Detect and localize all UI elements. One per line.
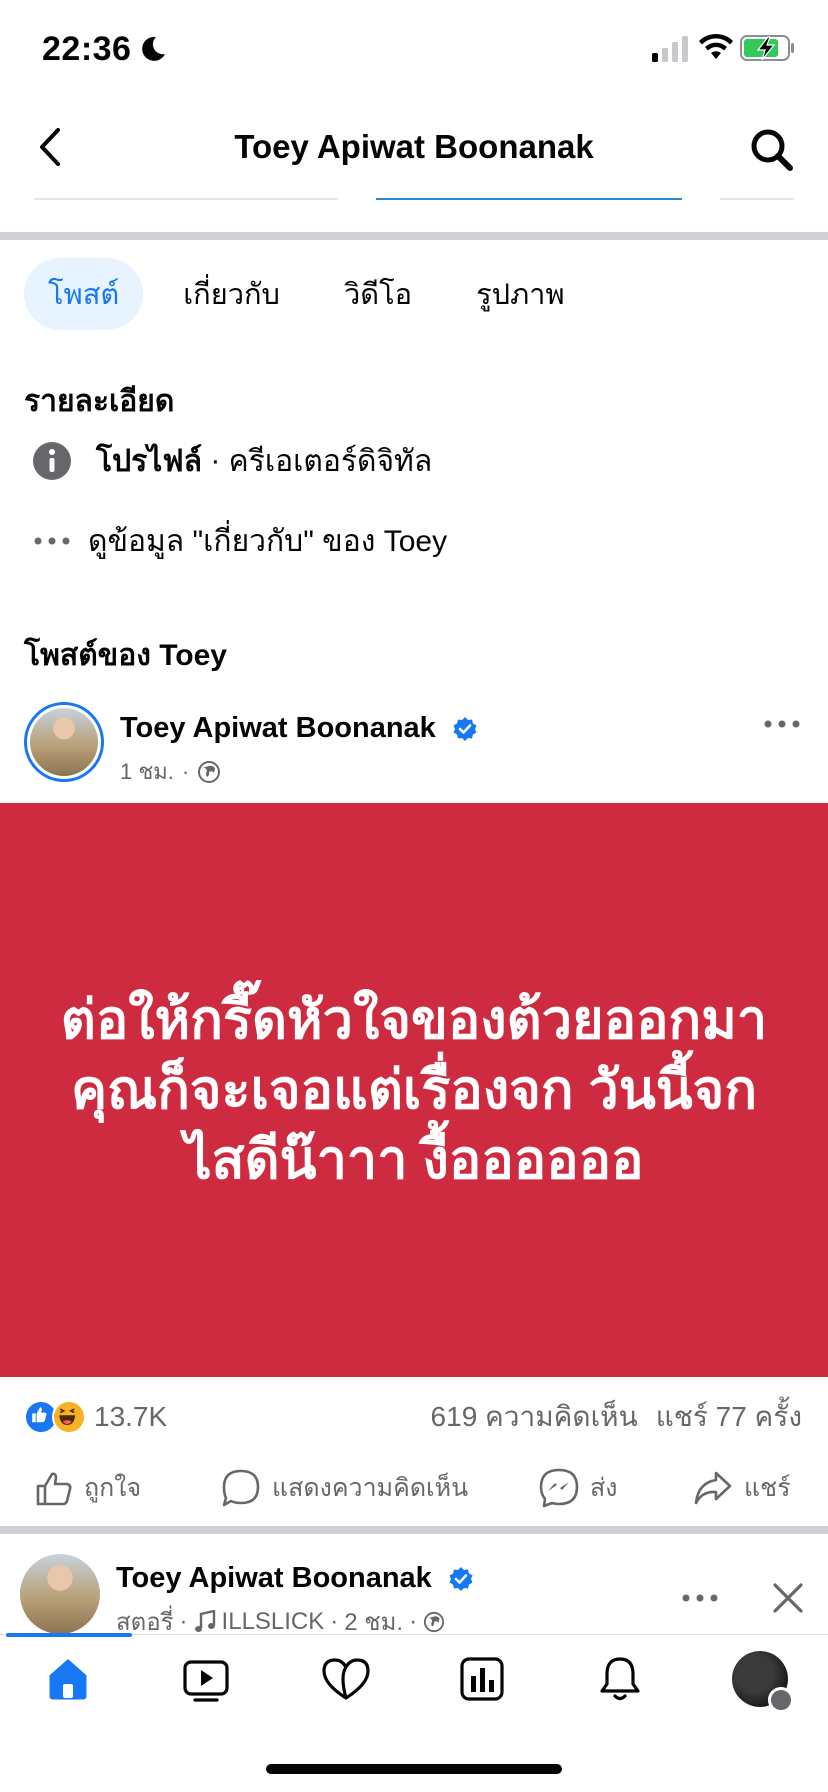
reactions-summary[interactable]: 13.7K (24, 1395, 167, 1439)
tab-posts[interactable]: โพสต์ (24, 258, 144, 330)
notifications-bell-icon (600, 1657, 640, 1701)
engagement-summary: 619 ความคิดเห็น แชร์ 77 ครั้ง (431, 1395, 802, 1439)
info-icon (28, 437, 76, 485)
meta-dot: · (181, 758, 190, 784)
more-options-icon[interactable] (762, 714, 802, 734)
thumbs-up-icon (36, 1472, 72, 1506)
profile-menu-icon (732, 1651, 794, 1713)
tab-photos[interactable]: รูปภาพ (452, 258, 589, 330)
share-label: แชร์ (744, 1474, 791, 1502)
tab-dashboard[interactable] (452, 1649, 512, 1709)
profile-tabs: โพสต์ เกี่ยวกับ วิดีโอ รูปภาพ (24, 258, 589, 330)
haha-icon (52, 1400, 86, 1434)
post-text-card[interactable]: ต่อให้กรี๊ดหัวใจของต้วยออกมา คุณก็จะเจอแ… (0, 803, 828, 1377)
status-time: 22:36 (42, 30, 132, 68)
post-header: Toey Apiwat Boonanak 1 ชม. · (0, 700, 828, 800)
tab-home[interactable] (38, 1649, 98, 1709)
cellular-signal-icon (652, 36, 688, 62)
post-author-name: Toey Apiwat Boonanak (120, 712, 436, 744)
music-note-icon (194, 1609, 215, 1632)
posts-section-title: โพสต์ของ Toey (24, 639, 227, 672)
story-author[interactable]: Toey Apiwat Boonanak (116, 1562, 474, 1595)
globe-icon (423, 1611, 445, 1632)
share-icon (694, 1471, 732, 1505)
story-post-header: Toey Apiwat Boonanak สตอรี่ · ILLSLICK ·… (0, 1536, 828, 1636)
header-line (34, 198, 338, 200)
post-text: ต่อให้กรี๊ดหัวใจของต้วยออกมา คุณก็จะเจอแ… (60, 989, 768, 1191)
status-bar: 22:36 (0, 0, 828, 100)
header-scroll-tabs (0, 198, 828, 202)
tab-dating[interactable] (316, 1649, 376, 1709)
verified-badge-icon (449, 1567, 473, 1592)
comment-label: แสดงความคิดเห็น (272, 1474, 469, 1502)
tab-indicator (6, 1633, 132, 1637)
profile-separator: · (201, 444, 229, 477)
tab-profile-menu[interactable] (730, 1649, 794, 1713)
details-title: รายละเอียด (24, 385, 175, 418)
meta-dot: · (179, 1607, 188, 1635)
nav-header: Toey Apiwat Boonanak (0, 100, 828, 200)
comment-icon (222, 1469, 260, 1507)
avatar[interactable] (24, 702, 104, 782)
section-divider (0, 232, 828, 240)
about-link-text: ดูข้อมูล "เกี่ยวกับ" ของ Toey (88, 524, 448, 558)
feed-divider (0, 1526, 828, 1534)
send-button[interactable]: ส่ง (538, 1458, 617, 1518)
page-title: Toey Apiwat Boonanak (234, 128, 594, 165)
post-author[interactable]: Toey Apiwat Boonanak (120, 712, 478, 745)
video-icon (183, 1660, 229, 1702)
home-indicator[interactable] (266, 1764, 562, 1774)
dating-heart-icon (322, 1658, 370, 1700)
avatar-image (30, 708, 98, 776)
more-options-icon[interactable] (680, 1588, 720, 1608)
comment-button[interactable]: แสดงความคิดเห็น (220, 1458, 468, 1518)
tab-video[interactable] (176, 1649, 236, 1709)
moon-icon (142, 36, 165, 61)
profile-category-row: โปรไฟล์ · ครีเอเตอร์ดิจิทัล (28, 436, 432, 486)
reaction-icons (24, 1399, 86, 1435)
header-line (720, 198, 794, 200)
post-actions: ถูกใจ แสดงความคิดเห็น ส่ง แชร์ (0, 1458, 828, 1518)
tab-notifications[interactable] (590, 1649, 650, 1709)
like-label: ถูกใจ (84, 1474, 142, 1502)
profile-category: ครีเอเตอร์ดิจิทัล (228, 444, 433, 478)
story-music: ILLSLICK (221, 1607, 325, 1635)
tab-videos[interactable]: วิดีโอ (320, 258, 436, 330)
dashboard-icon (460, 1657, 504, 1701)
about-link-row[interactable]: ดูข้อมูล "เกี่ยวกับ" ของ Toey (28, 516, 447, 566)
shares-count[interactable]: แชร์ 77 ครั้ง (656, 1395, 802, 1439)
meta-dot: · (409, 1607, 418, 1635)
messenger-icon (539, 1468, 579, 1508)
header-line-active (376, 198, 682, 200)
meta-dot: · (330, 1607, 339, 1635)
wifi-icon (699, 33, 733, 59)
post-meta: 1 ชม. · (120, 754, 221, 789)
reactions-count: 13.7K (94, 1401, 168, 1432)
post-time: 1 ชม. (120, 759, 174, 784)
story-avatar[interactable] (20, 1554, 100, 1634)
globe-icon (198, 760, 221, 783)
send-label: ส่ง (590, 1474, 618, 1502)
search-icon[interactable] (748, 126, 796, 174)
story-author-name: Toey Apiwat Boonanak (116, 1562, 432, 1594)
menu-badge-icon (768, 1687, 794, 1713)
more-horizontal-icon (28, 517, 76, 565)
bottom-tab-bar (0, 1633, 828, 1726)
profile-label: โปรไฟล์ (96, 444, 202, 478)
home-icon (49, 1659, 87, 1700)
comments-count[interactable]: 619 ความคิดเห็น (431, 1395, 638, 1439)
close-icon[interactable] (770, 1580, 806, 1616)
like-button[interactable]: ถูกใจ (34, 1458, 141, 1518)
share-button[interactable]: แชร์ (692, 1458, 791, 1518)
verified-badge-icon (453, 717, 477, 742)
battery-charging-icon (740, 35, 794, 61)
tab-about[interactable]: เกี่ยวกับ (159, 258, 304, 330)
